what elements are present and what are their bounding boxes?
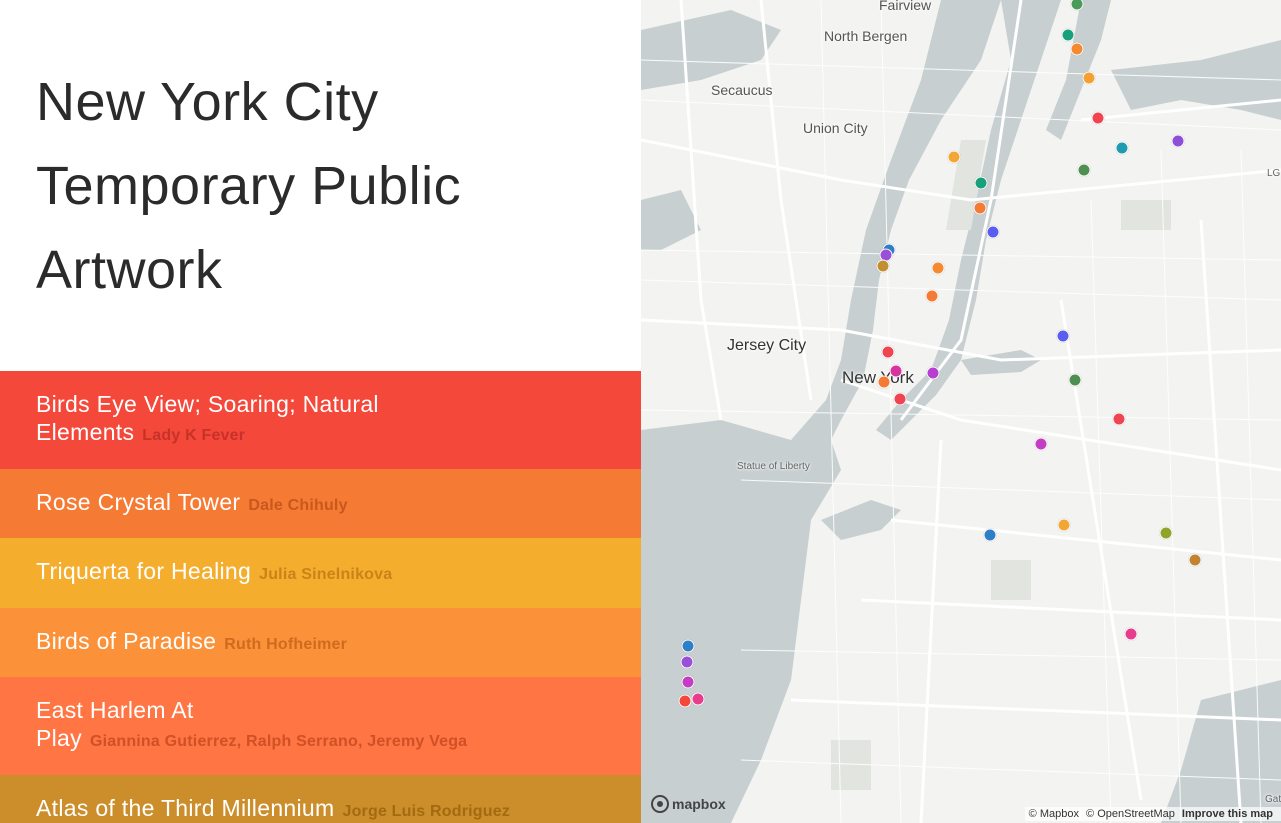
artwork-artist: Dale Chihuly: [248, 496, 348, 514]
artwork-title-line: East Harlem At: [36, 697, 194, 723]
attribution-mapbox-link[interactable]: © Mapbox: [1029, 808, 1079, 820]
map-marker[interactable]: [1124, 627, 1138, 641]
title-block: New York City Temporary Public Artwork: [36, 60, 596, 312]
map-label-jersey-city: Jersey City: [727, 337, 807, 354]
artwork-artist: Lady K Fever: [142, 427, 246, 444]
map-label-lg: LG: [1267, 168, 1281, 179]
map-marker[interactable]: [1061, 28, 1075, 42]
map-marker[interactable]: [973, 201, 987, 215]
map-marker[interactable]: [1091, 111, 1105, 125]
map-base: [641, 0, 1281, 823]
map-label-statue-of-liberty: Statue of Liberty: [737, 461, 810, 472]
map-attribution: © Mapbox © OpenStreetMap Improve this ma…: [1024, 807, 1281, 821]
map-label-secaucus: Secaucus: [711, 82, 773, 98]
map-label-fairview: Fairview: [879, 0, 932, 13]
map-marker[interactable]: [926, 366, 940, 380]
map-marker[interactable]: [974, 176, 988, 190]
map-marker[interactable]: [678, 694, 692, 708]
map-marker[interactable]: [893, 392, 907, 406]
map-marker[interactable]: [889, 364, 903, 378]
map-marker[interactable]: [1077, 163, 1091, 177]
artwork-list-item[interactable]: Atlas of the Third Millennium Jorge Luis …: [0, 775, 641, 823]
map-marker[interactable]: [1082, 71, 1096, 85]
map-marker[interactable]: [931, 261, 945, 275]
artwork-title-line: Elements: [36, 419, 135, 445]
sidebar-panel: New York City Temporary Public Artwork B…: [0, 0, 641, 823]
map-marker[interactable]: [1188, 553, 1202, 567]
map-marker[interactable]: [876, 259, 890, 273]
attribution-osm-link[interactable]: © OpenStreetMap: [1086, 808, 1175, 820]
map-marker[interactable]: [681, 639, 695, 653]
mapbox-logo[interactable]: mapbox: [651, 795, 726, 813]
map-marker[interactable]: [1056, 329, 1070, 343]
improve-map-link[interactable]: Improve this map: [1182, 808, 1273, 820]
map-marker[interactable]: [881, 345, 895, 359]
artwork-artist: Julia Sinelnikova: [259, 566, 393, 583]
artwork-title: Rose Crystal Tower: [36, 488, 241, 515]
artwork-list-item[interactable]: Triquerta for Healing Julia Sinelnikova: [0, 538, 641, 608]
map-marker[interactable]: [983, 528, 997, 542]
map-marker[interactable]: [947, 150, 961, 164]
map-marker[interactable]: [691, 692, 705, 706]
mapbox-logo-icon: [651, 795, 669, 813]
map-marker[interactable]: [1070, 42, 1084, 56]
artwork-list-item[interactable]: Birds Eye View; Soaring; Natural Element…: [0, 371, 641, 469]
artwork-title-line: Play: [36, 725, 82, 751]
artwork-list-item[interactable]: East Harlem At Play Giannina Gutierrez, R…: [0, 677, 641, 775]
map-label-north-bergen: North Bergen: [824, 28, 908, 44]
map-marker[interactable]: [1115, 141, 1129, 155]
mapbox-logo-text: mapbox: [672, 796, 726, 812]
page-title-line-3: Artwork: [36, 240, 223, 300]
map-marker[interactable]: [1034, 437, 1048, 451]
map-label-union-city: Union City: [803, 120, 868, 136]
map-marker[interactable]: [1112, 412, 1126, 426]
artwork-artist: Jorge Luis Rodriguez: [342, 803, 511, 820]
artwork-artist: Giannina Gutierrez, Ralph Serrano, Jerem…: [89, 733, 468, 750]
artwork-list-item[interactable]: Birds of Paradise Ruth Hofheimer: [0, 608, 641, 677]
map-marker[interactable]: [986, 225, 1000, 239]
page-title-line-1: New York City: [36, 72, 379, 132]
map-marker[interactable]: [1171, 134, 1185, 148]
map-marker[interactable]: [680, 655, 694, 669]
map-marker[interactable]: [877, 375, 891, 389]
map[interactable]: Fairview North Bergen Secaucus Union Cit…: [641, 0, 1281, 823]
map-marker[interactable]: [1159, 526, 1173, 540]
artwork-title: Triquerta for Healing: [36, 558, 252, 584]
artwork-artist: Ruth Hofheimer: [224, 635, 348, 653]
artwork-list: Birds Eye View; Soaring; Natural Element…: [0, 371, 641, 823]
map-marker[interactable]: [1057, 518, 1071, 532]
artwork-title: Atlas of the Third Millennium: [36, 795, 335, 821]
map-marker[interactable]: [925, 289, 939, 303]
artwork-title-line: Birds Eye View; Soaring; Natural: [36, 391, 379, 417]
artwork-title: Birds of Paradise: [36, 627, 217, 654]
map-marker[interactable]: [681, 675, 695, 689]
map-marker[interactable]: [1068, 373, 1082, 387]
map-label-gat: Gat: [1265, 794, 1281, 805]
artwork-list-item[interactable]: Rose Crystal Tower Dale Chihuly: [0, 469, 641, 538]
page-title-line-2: Temporary Public: [36, 156, 462, 216]
